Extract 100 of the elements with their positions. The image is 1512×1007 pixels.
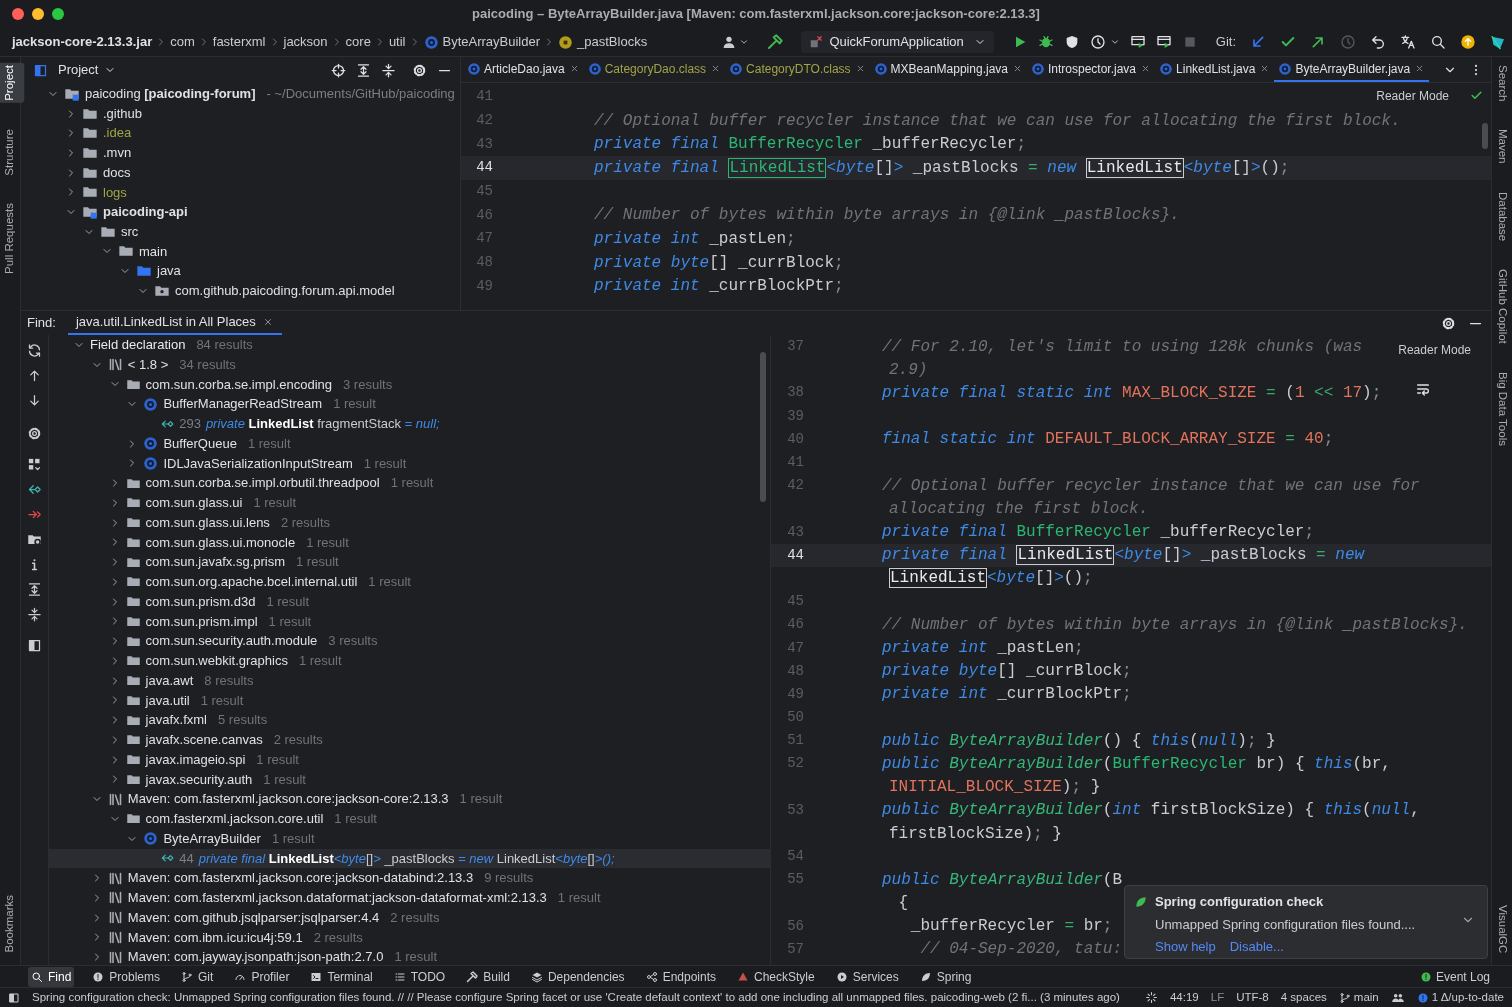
window-minimize-button[interactable]: [32, 8, 44, 20]
tool-window-button[interactable]: Pull Requests: [0, 201, 25, 277]
result-row[interactable]: com.sun.corba.se.impl.orbutil.threadpool 1 result: [49, 473, 770, 493]
editor-tab[interactable]: LinkedList.java: [1155, 57, 1275, 82]
result-row[interactable]: Maven: com.fasterxml.jackson.dataformat:jackson-dataformat-xml:2.13.3 1 result: [49, 888, 770, 908]
result-row[interactable]: com.sun.security.auth.module 3 results: [49, 631, 770, 651]
tree-item-label[interactable]: main: [139, 241, 168, 262]
tree-item-label[interactable]: paicoding [paicoding-forum]: [85, 84, 256, 104]
line-separator[interactable]: LF: [1210, 988, 1225, 1007]
window-close-button[interactable]: [12, 8, 24, 20]
arrow-down-icon[interactable]: [27, 393, 42, 408]
breadcrumb-item[interactable]: com: [170, 32, 195, 52]
tree-item-label[interactable]: .idea: [103, 123, 132, 143]
tool-window-button[interactable]: Build: [463, 966, 513, 987]
tree-item-label[interactable]: docs: [103, 162, 131, 183]
result-row[interactable]: com.sun.corba.se.impl.encoding 3 results: [49, 374, 770, 395]
result-row[interactable]: com.sun.org.apache.bcel.internal.util 1 result: [49, 572, 770, 592]
breadcrumb-item[interactable]: ByteArrayBuilder: [423, 32, 541, 52]
tool-window-button[interactable]: Problems: [89, 966, 164, 987]
settings-icon[interactable]: [27, 426, 42, 441]
hammer-icon[interactable]: [767, 34, 784, 50]
caret-position[interactable]: 44:19: [1169, 988, 1199, 1007]
result-row[interactable]: java.util 1 result: [49, 690, 770, 711]
close-icon[interactable]: [1012, 63, 1023, 74]
folder-settings-icon[interactable]: [27, 532, 42, 547]
rollback-icon[interactable]: [1370, 34, 1386, 50]
tool-window-button[interactable]: VisualGC: [1487, 902, 1512, 955]
tool-window-button[interactable]: Project: [0, 63, 25, 103]
translate-icon[interactable]: [1400, 34, 1416, 50]
result-row[interactable]: javax.imageio.spi 1 result: [49, 749, 770, 770]
breadcrumb-item[interactable]: fasterxml: [212, 32, 266, 52]
tool-window-button[interactable]: Database: [1487, 189, 1512, 244]
result-row[interactable]: com.sun.prism.impl 1 result: [49, 611, 770, 632]
result-row[interactable]: Maven: com.fasterxml.jackson.core:jackson-core:2.13.3 1 result: [49, 789, 770, 809]
tool-window-button[interactable]: Profiler: [231, 966, 293, 987]
tool-window-button[interactable]: Search: [1487, 63, 1512, 104]
window-zoom-button[interactable]: [52, 8, 64, 20]
tool-window-button[interactable]: Git: [178, 966, 217, 987]
result-row[interactable]: IDLJavaSerializationInputStream 1 result: [49, 453, 770, 474]
soft-wrap-icon[interactable]: [1415, 381, 1431, 397]
logo-icon[interactable]: [1490, 34, 1506, 50]
breadcrumb-item[interactable]: _pastBlocks: [558, 32, 648, 52]
result-row[interactable]: com.sun.prism.d3d 1 result: [49, 591, 770, 612]
result-row[interactable]: 293 private LinkedList fragmentStack = null;: [49, 414, 770, 434]
arrow-up-icon[interactable]: [27, 368, 42, 383]
scrollbar-thumb[interactable]: [1482, 123, 1488, 149]
search-icon[interactable]: [1430, 34, 1446, 50]
tool-window-button[interactable]: Structure: [0, 126, 25, 178]
reader-mode-toggle[interactable]: Reader Mode: [1398, 341, 1471, 359]
breadcrumb-item[interactable]: core: [345, 32, 371, 52]
file-encoding[interactable]: UTF-8: [1236, 988, 1269, 1007]
reader-mode-toggle[interactable]: Reader Mode: [1376, 87, 1449, 105]
editor-tab[interactable]: ByteArrayBuilder.java: [1274, 57, 1430, 82]
panel-toggle-icon[interactable]: [8, 991, 20, 1004]
history-icon[interactable]: [1340, 34, 1356, 50]
push-arrow-icon[interactable]: [1310, 34, 1326, 50]
result-row[interactable]: javafx.scene.canvas 2 results: [49, 730, 770, 750]
vcs-status[interactable]: 1 Δ/up-to-date: [1416, 988, 1504, 1007]
editor-tab[interactable]: CategoryDao.class: [583, 57, 726, 82]
result-row[interactable]: Maven: com.ibm.icu:icu4j:59.1 2 results: [49, 927, 770, 948]
tool-window-button[interactable]: Terminal: [307, 966, 376, 987]
branch-widget[interactable]: main: [1338, 988, 1379, 1007]
editor-tab[interactable]: Introspector.java: [1027, 57, 1156, 82]
tool-window-button[interactable]: Dependencies: [527, 966, 628, 987]
tree-item-label[interactable]: com.github.paicoding.forum.api.model: [175, 280, 395, 301]
caret-icon[interactable]: [739, 37, 750, 47]
tool-window-button[interactable]: TODO: [390, 966, 449, 987]
result-row[interactable]: ByteArrayBuilder 1 result: [49, 828, 770, 849]
result-row[interactable]: com.sun.glass.ui.lens 2 results: [49, 512, 770, 533]
crosshair-icon[interactable]: [331, 62, 346, 78]
result-row[interactable]: com.sun.javafx.sg.prism 1 result: [49, 552, 770, 572]
result-row[interactable]: javax.security.auth 1 result: [49, 769, 770, 790]
editor-tab[interactable]: MXBeanMapping.java: [869, 57, 1027, 82]
settings-icon[interactable]: [1441, 315, 1456, 331]
jump-to-source-icon[interactable]: [27, 482, 42, 497]
editor-tab[interactable]: CategoryDTO.class: [725, 57, 870, 82]
collapse-all-icon[interactable]: [381, 62, 396, 78]
tree-item-label[interactable]: .mvn: [103, 143, 132, 163]
tree-item-label[interactable]: .github: [103, 103, 143, 124]
tree-item-label[interactable]: paicoding-api: [103, 202, 188, 222]
tree-item-label[interactable]: logs: [103, 182, 127, 203]
tool-window-button[interactable]: Big Data Tools: [1487, 370, 1512, 448]
result-row[interactable]: 44 private final LinkedList<byte[]> _pastBlocks = new LinkedList<byte[]>();: [49, 848, 770, 869]
notification-link[interactable]: Disable...: [1229, 937, 1284, 957]
result-row[interactable]: Maven: com.fasterxml.jackson.core:jackson-databind:2.13.3 9 results: [49, 868, 770, 888]
tool-window-button[interactable]: CheckStyle: [734, 966, 818, 987]
result-row[interactable]: Maven: com.jayway.jsonpath:json-path:2.7.0 1 result: [49, 947, 770, 965]
result-row[interactable]: com.sun.webkit.graphics 1 result: [49, 651, 770, 671]
tool-window-button[interactable]: Maven: [1487, 127, 1512, 166]
find-tab[interactable]: java.util.LinkedList in All Places: [67, 311, 282, 335]
result-row[interactable]: BufferManagerReadStream 1 result: [49, 394, 770, 414]
tool-window-button[interactable]: Spring: [916, 966, 975, 987]
result-row[interactable]: javafx.fxml 5 results: [49, 710, 770, 730]
settings-icon[interactable]: [412, 62, 427, 78]
refresh-icon[interactable]: [27, 343, 42, 358]
event-log-button[interactable]: Event Log: [1419, 967, 1490, 986]
project-view-dropdown[interactable]: Project: [58, 60, 117, 80]
result-row[interactable]: BufferQueue 1 result: [49, 433, 770, 454]
breadcrumb-item[interactable]: util: [388, 32, 406, 52]
expand-all-icon[interactable]: [27, 582, 42, 597]
